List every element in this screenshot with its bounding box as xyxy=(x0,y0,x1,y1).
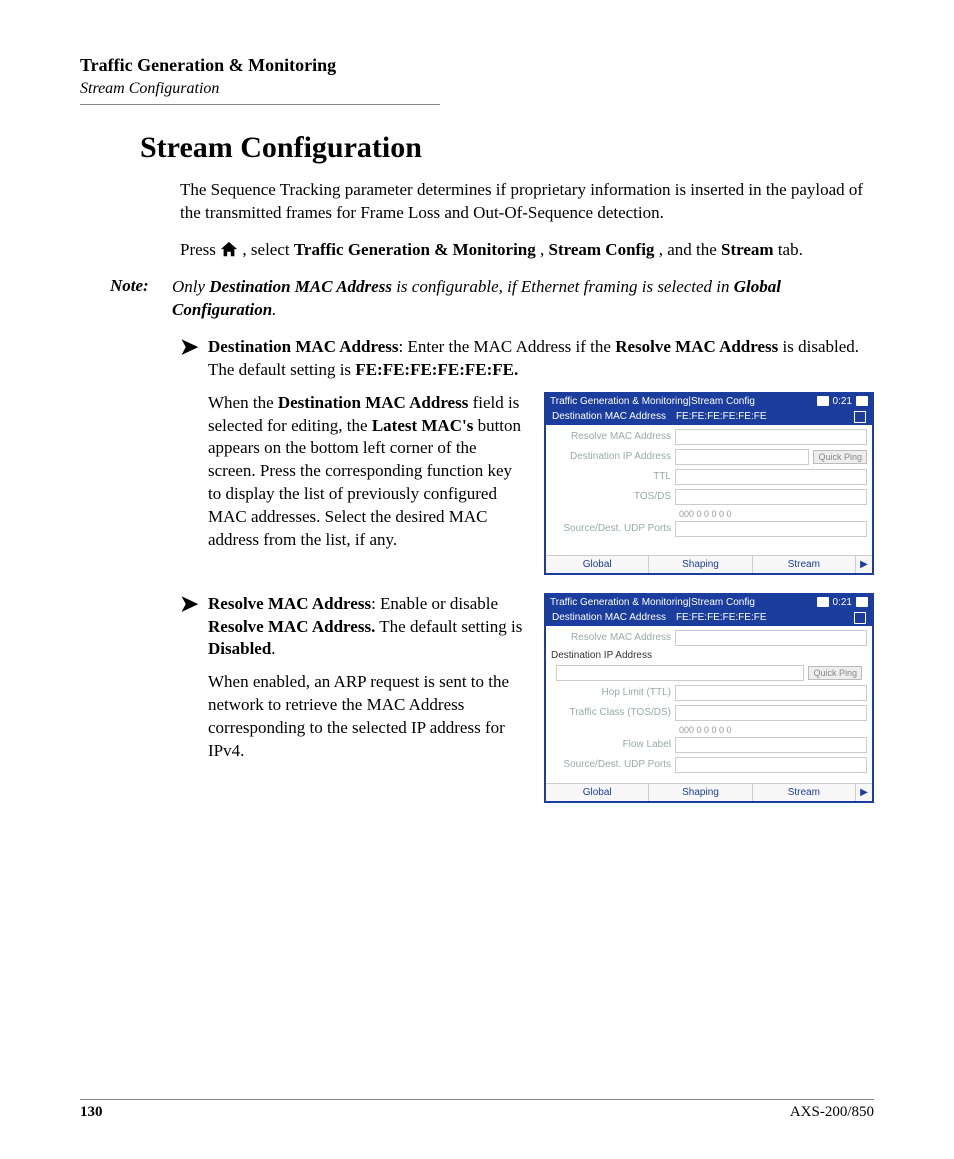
intro-paragraph-2: Press , select Traffic Generation & Moni… xyxy=(180,239,874,262)
section-title: Stream Configuration xyxy=(140,131,874,165)
tab-stream[interactable]: Stream xyxy=(753,784,856,801)
content-row-1: When the Destination MAC Address field i… xyxy=(180,392,874,575)
manual-page: Traffic Generation & Monitoring Stream C… xyxy=(0,0,954,1159)
bullet-item-1: ➤ Destination MAC Address: Enter the MAC… xyxy=(180,336,874,382)
selected-field-row[interactable]: Destination MAC Address FE:FE:FE:FE:FE:F… xyxy=(546,409,872,425)
ttl-field[interactable] xyxy=(675,469,867,485)
device-title-bar: Traffic Generation & Monitoring|Stream C… xyxy=(546,595,872,610)
selected-field-label: Destination MAC Address xyxy=(552,411,666,422)
bullet-arrow-icon: ➤ xyxy=(180,336,208,382)
device-tabs: Global Shaping Stream ▶ xyxy=(546,555,872,573)
udp-ports-field[interactable] xyxy=(675,521,867,537)
form-row-udp-ports: Source/Dest. UDP Ports xyxy=(551,521,867,537)
device-breadcrumb: Traffic Generation & Monitoring|Stream C… xyxy=(550,597,755,608)
form-row-flow-label: Flow Label xyxy=(551,737,867,753)
selected-field-value: FE:FE:FE:FE:FE:FE xyxy=(676,612,767,623)
hop-limit-field[interactable] xyxy=(675,685,867,701)
quick-ping-button[interactable]: Quick Ping xyxy=(813,450,867,464)
menu-icon[interactable] xyxy=(854,612,866,624)
selected-field-label: Destination MAC Address xyxy=(552,612,666,623)
running-header: Traffic Generation & Monitoring Stream C… xyxy=(80,55,874,98)
resolve-mac-field[interactable] xyxy=(675,630,867,646)
traffic-class-bits-label: 000 0 0 0 0 0 xyxy=(551,725,867,735)
form-row-traffic-class: Traffic Class (TOS/DS) xyxy=(551,705,867,721)
udp-ports-field[interactable] xyxy=(675,757,867,773)
flow-label-field[interactable] xyxy=(675,737,867,753)
content-row-2: ➤ Resolve MAC Address: Enable or disable… xyxy=(180,593,874,803)
tos-field[interactable] xyxy=(675,489,867,505)
selected-field-row[interactable]: Destination MAC Address FE:FE:FE:FE:FE:F… xyxy=(546,610,872,626)
note-block: Note: Only Destination MAC Address is co… xyxy=(110,276,874,322)
form-row-hop-limit: Hop Limit (TTL) xyxy=(551,685,867,701)
tab-scroll-right-icon[interactable]: ▶ xyxy=(856,556,872,573)
form-row-tos: TOS/DS xyxy=(551,489,867,505)
device-tabs: Global Shaping Stream ▶ xyxy=(546,783,872,801)
form-row-ttl: TTL xyxy=(551,469,867,485)
menu-icon[interactable] xyxy=(854,411,866,423)
page-number: 130 xyxy=(80,1104,103,1121)
tab-shaping[interactable]: Shaping xyxy=(649,784,752,801)
tos-bits-label: 000 0 0 0 0 0 xyxy=(551,509,867,519)
text-column-2: ➤ Resolve MAC Address: Enable or disable… xyxy=(180,593,526,803)
resolve-mac-field[interactable] xyxy=(675,429,867,445)
status-icon xyxy=(817,597,829,607)
device-title-bar: Traffic Generation & Monitoring|Stream C… xyxy=(546,394,872,409)
device-screen-2: Traffic Generation & Monitoring|Stream C… xyxy=(544,593,874,803)
tab-global[interactable]: Global xyxy=(546,784,649,801)
form-row-dest-ip-wide: Quick Ping xyxy=(551,665,867,681)
form-row-resolve-mac: Resolve MAC Address xyxy=(551,630,867,646)
tab-stream[interactable]: Stream xyxy=(753,556,856,573)
tab-scroll-right-icon[interactable]: ▶ xyxy=(856,784,872,801)
status-icon xyxy=(817,396,829,406)
note-label: Note: xyxy=(110,276,172,322)
note-body: Only Destination MAC Address is configur… xyxy=(172,276,874,322)
header-rule xyxy=(80,104,440,105)
selected-field-value: FE:FE:FE:FE:FE:FE xyxy=(676,411,767,422)
device-screen-1: Traffic Generation & Monitoring|Stream C… xyxy=(544,392,874,575)
arp-paragraph: When enabled, an ARP request is sent to … xyxy=(208,671,526,763)
form-row-dest-ip-label: Destination IP Address xyxy=(551,650,867,661)
battery-icon xyxy=(856,396,868,406)
device-time: 0:21 xyxy=(833,396,852,407)
form-row-resolve-mac: Resolve MAC Address xyxy=(551,429,867,445)
device-time: 0:21 xyxy=(833,597,852,608)
device-form-body: Resolve MAC Address Destination IP Addre… xyxy=(546,425,872,555)
home-icon xyxy=(220,241,238,257)
page-footer: 130 AXS-200/850 xyxy=(80,1099,874,1121)
header-subtitle: Stream Configuration xyxy=(80,80,874,98)
header-title: Traffic Generation & Monitoring xyxy=(80,55,874,76)
bullet-list: ➤ Destination MAC Address: Enter the MAC… xyxy=(180,336,874,382)
device-breadcrumb: Traffic Generation & Monitoring|Stream C… xyxy=(550,396,755,407)
device-form-body: Resolve MAC Address Destination IP Addre… xyxy=(546,626,872,783)
tab-shaping[interactable]: Shaping xyxy=(649,556,752,573)
intro-block: The Sequence Tracking parameter determin… xyxy=(180,179,874,262)
dest-ip-field[interactable] xyxy=(556,665,804,681)
intro-paragraph-1: The Sequence Tracking parameter determin… xyxy=(180,179,874,225)
form-row-dest-ip: Destination IP Address Quick Ping xyxy=(551,449,867,465)
dest-ip-field[interactable] xyxy=(675,449,809,465)
tab-global[interactable]: Global xyxy=(546,556,649,573)
screenshot-2: Traffic Generation & Monitoring|Stream C… xyxy=(544,593,874,803)
bullet-item-2: ➤ Resolve MAC Address: Enable or disable… xyxy=(180,593,526,662)
quick-ping-button[interactable]: Quick Ping xyxy=(808,666,862,680)
screenshot-1: Traffic Generation & Monitoring|Stream C… xyxy=(544,392,874,575)
text-column-1: When the Destination MAC Address field i… xyxy=(208,392,526,575)
form-row-udp-ports: Source/Dest. UDP Ports xyxy=(551,757,867,773)
bullet-arrow-icon: ➤ xyxy=(180,593,208,662)
traffic-class-field[interactable] xyxy=(675,705,867,721)
battery-icon xyxy=(856,597,868,607)
doc-id: AXS-200/850 xyxy=(790,1104,874,1121)
